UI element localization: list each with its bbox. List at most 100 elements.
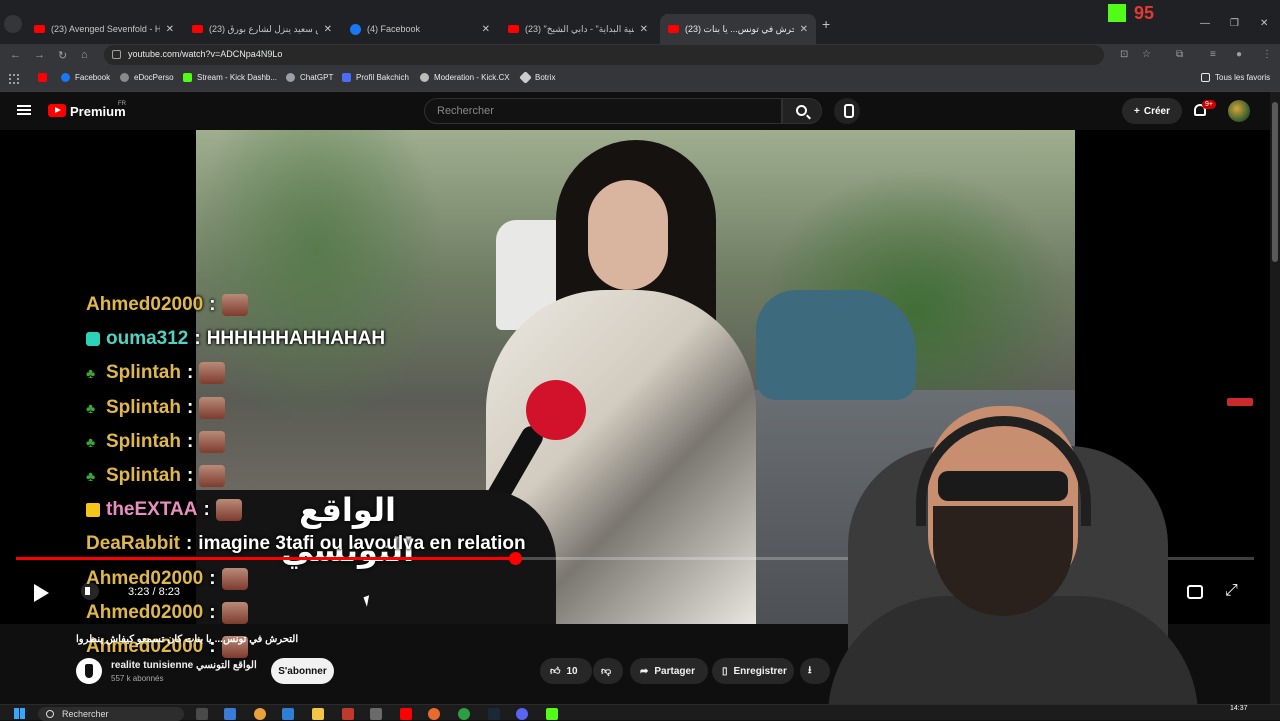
chat-username[interactable]: Splintah (106, 431, 181, 453)
app-icon[interactable] (370, 708, 382, 720)
address-bar-row: ← → ↻ ⌂ youtube.com/watch?v=ADCNpa4N9Lo … (0, 44, 1280, 66)
browser-menu-icon[interactable]: ⋮ (1262, 49, 1272, 60)
chat-username[interactable]: Ahmed02000 (86, 568, 203, 590)
task-view-icon[interactable] (196, 708, 208, 720)
chat-username[interactable]: Ahmed02000 (86, 602, 203, 624)
youtube-icon[interactable] (400, 708, 412, 720)
search-button[interactable] (782, 98, 822, 124)
install-app-icon[interactable]: ⊡ (1120, 49, 1128, 60)
play-icon[interactable] (34, 584, 49, 602)
bookmark-profil-bakchich[interactable]: Profil Bakchich (342, 73, 409, 82)
windows-start-icon[interactable] (14, 708, 25, 719)
chat-username[interactable]: Splintah (106, 397, 181, 419)
chat-username[interactable]: ouma312 (106, 328, 188, 350)
close-tab-icon[interactable]: ✕ (800, 24, 808, 35)
chat-message: Ahmed02000: (86, 288, 546, 322)
dislike-button[interactable]: 👎︎ (593, 658, 623, 684)
kick-icon[interactable] (546, 708, 558, 720)
save-button[interactable]: ▯ Enregistrer (712, 658, 794, 684)
subscribe-button[interactable]: S'abonner (271, 658, 334, 684)
menu-hamburger-icon[interactable] (17, 105, 31, 107)
stream-chat-overlay: Ahmed02000: ouma312: HHHHHHAHHAHAH ♣ Splinta… (86, 288, 546, 664)
bookmark-moderation[interactable]: Moderation - Kick.CX (420, 73, 510, 82)
media-control-icon[interactable]: ≡ (1210, 49, 1216, 60)
site-info-icon[interactable] (112, 50, 121, 59)
like-button[interactable]: 👍︎ 10 (540, 658, 592, 684)
browser-tab-active[interactable]: (23) التحرش في تونس... يا بنات ✕ (660, 14, 816, 44)
url-text[interactable]: youtube.com/watch?v=ADCNpa4N9Lo (128, 49, 282, 59)
sub-badge-icon (86, 332, 100, 347)
youtube-logo-icon[interactable] (48, 104, 66, 117)
minimize-icon[interactable]: — (1200, 18, 1210, 29)
fullscreen-icon[interactable]: ⤢ (1225, 582, 1238, 600)
chat-separator: : (186, 430, 194, 452)
youtube-icon (508, 25, 519, 33)
discord-icon[interactable] (516, 708, 528, 720)
forward-icon[interactable]: → (34, 49, 45, 61)
bookmark-edocperso[interactable]: eDocPerso (120, 73, 174, 82)
back-icon[interactable]: ← (10, 49, 21, 61)
bookmark-chatgpt[interactable]: ChatGPT (286, 73, 333, 82)
browser-tab[interactable]: (23) Avenged Sevenfold - Hail T ✕ (26, 14, 182, 44)
b-icon (342, 73, 351, 82)
copilot-icon[interactable] (224, 708, 236, 720)
share-button[interactable]: ➦ Partager (630, 658, 708, 684)
close-tab-icon[interactable]: ✕ (324, 24, 332, 35)
app-icon[interactable] (458, 708, 470, 720)
app-icon[interactable] (342, 708, 354, 720)
youtube-icon (34, 25, 45, 33)
apps-grid-icon[interactable] (9, 74, 19, 84)
browser-tab[interactable]: (23) "أغنية البداية" - دابي الشيخ ✕ (500, 14, 656, 44)
bookmark-youtube[interactable] (38, 73, 52, 82)
live-badge (1227, 398, 1253, 406)
facebook-icon (350, 23, 361, 35)
scrollbar-thumb[interactable] (1272, 102, 1278, 262)
omnibox[interactable]: youtube.com/watch?v=ADCNpa4N9Lo (104, 45, 1104, 65)
chat-username[interactable]: DeaRabbit (86, 533, 180, 555)
close-tab-icon[interactable]: ✕ (166, 24, 174, 35)
kick-logo-icon (1108, 4, 1126, 22)
search-box[interactable] (424, 98, 782, 124)
close-tab-icon[interactable]: ✕ (482, 24, 490, 35)
chat-username[interactable]: Splintah (106, 362, 181, 384)
reload-icon[interactable]: ↻ (58, 49, 67, 62)
browser-tab[interactable]: (4) Facebook ✕ (342, 14, 498, 44)
page-scrollbar[interactable] (1270, 92, 1280, 704)
close-window-icon[interactable]: ✕ (1260, 18, 1268, 29)
chat-emote (215, 499, 242, 522)
chat-username[interactable]: theEXTAA (106, 499, 197, 521)
bookmark-kick-dashboard[interactable]: Stream - Kick Dashb... (183, 73, 277, 82)
search-input[interactable] (437, 105, 757, 117)
bookmark-star-icon[interactable]: ☆ (1142, 49, 1151, 60)
chat-emote (221, 294, 248, 317)
chat-message: ♣ Splintah: (86, 356, 546, 390)
app-icon[interactable] (428, 708, 440, 720)
store-icon[interactable] (282, 708, 294, 720)
file-explorer-icon[interactable] (312, 708, 324, 720)
close-tab-icon[interactable]: ✕ (640, 24, 648, 35)
channel-avatar[interactable] (76, 658, 102, 684)
all-bookmarks-folder[interactable]: Tous les favoris (1201, 73, 1270, 82)
thumbs-down-icon: 👎︎ (601, 666, 612, 677)
steam-icon[interactable] (488, 708, 500, 720)
folder-icon (1201, 73, 1210, 82)
search-icon (796, 105, 807, 116)
account-avatar[interactable] (1228, 100, 1250, 122)
extensions-icon[interactable]: ⧉ (1176, 49, 1183, 60)
create-button[interactable]: + Créer (1122, 98, 1182, 124)
new-tab-icon[interactable]: + (822, 16, 830, 32)
tab-search-button[interactable] (4, 15, 22, 33)
home-icon[interactable]: ⌂ (81, 49, 88, 61)
bookmark-botrix[interactable]: Botrix (519, 71, 555, 84)
chat-username[interactable]: Ahmed02000 (86, 294, 203, 316)
voice-search-button[interactable] (834, 98, 860, 124)
chat-emote (199, 396, 226, 419)
browser-tab[interactable]: (23) قيس سعيد ينزل لشارع بورڨ ✕ (184, 14, 340, 44)
chat-username[interactable]: Splintah (106, 465, 181, 487)
maximize-icon[interactable]: ❐ (1230, 18, 1239, 29)
channel-name[interactable]: realite tunisienne الواقع التونسي (111, 660, 257, 671)
taskbar-search[interactable]: Rechercher (38, 707, 184, 721)
profile-icon[interactable]: ● (1236, 49, 1242, 60)
bookmark-facebook[interactable]: Facebook (61, 73, 110, 82)
chrome-icon[interactable] (254, 708, 266, 720)
